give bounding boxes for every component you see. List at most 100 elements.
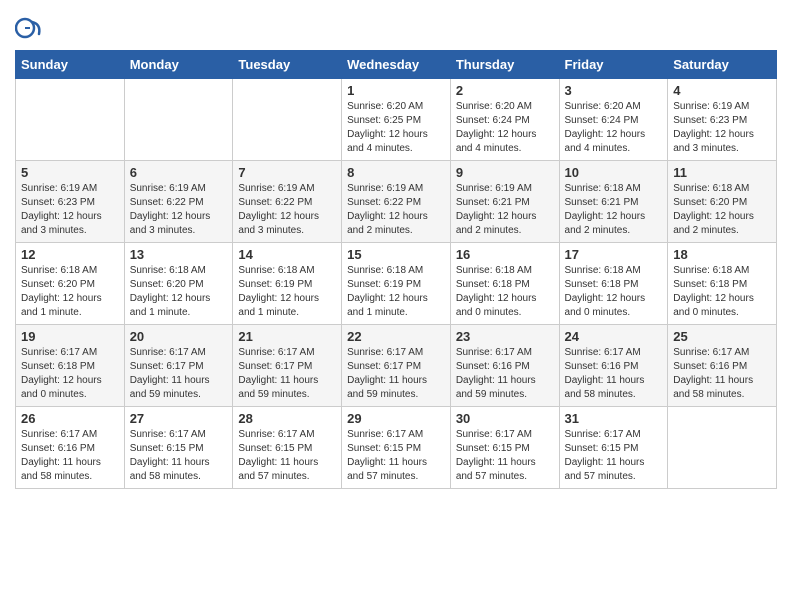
calendar-cell: 9 Sunrise: 6:19 AMSunset: 6:21 PMDaylight… [450, 161, 559, 243]
day-number: 12 [21, 247, 119, 262]
day-info: Sunrise: 6:19 AMSunset: 6:22 PMDaylight:… [130, 182, 228, 238]
day-number: 8 [347, 165, 445, 180]
calendar-cell: 1 Sunrise: 6:20 AMSunset: 6:25 PMDaylight… [342, 79, 451, 161]
calendar-cell [668, 407, 777, 489]
weekday-header-monday: Monday [124, 51, 233, 79]
day-info: Sunrise: 6:17 AMSunset: 6:17 PMDaylight:… [238, 346, 336, 402]
calendar-week-row: 1 Sunrise: 6:20 AMSunset: 6:25 PMDaylight… [16, 79, 777, 161]
calendar-week-row: 19Sunrise: 6:17 AMSunset: 6:18 PMDayligh… [16, 325, 777, 407]
calendar-cell: 23 Sunrise: 6:17 AMSunset: 6:16 PMDayligh… [450, 325, 559, 407]
header [15, 10, 777, 42]
day-number: 19 [21, 329, 119, 344]
calendar-cell [16, 79, 125, 161]
day-number: 18 [673, 247, 771, 262]
calendar-cell: 25Sunrise: 6:17 AMSunset: 6:16 PMDayligh… [668, 325, 777, 407]
day-number: 10 [565, 165, 663, 180]
logo-icon [15, 14, 43, 42]
day-info: Sunrise: 6:19 AMSunset: 6:23 PMDaylight:… [21, 182, 119, 238]
day-number: 28 [238, 411, 336, 426]
day-info: Sunrise: 6:18 AMSunset: 6:21 PMDaylight:… [565, 182, 663, 238]
weekday-header-saturday: Saturday [668, 51, 777, 79]
day-number: 7 [238, 165, 336, 180]
calendar-cell: 19Sunrise: 6:17 AMSunset: 6:18 PMDayligh… [16, 325, 125, 407]
logo [15, 14, 47, 42]
day-info: Sunrise: 6:17 AMSunset: 6:15 PMDaylight:… [238, 428, 336, 484]
calendar-cell: 11Sunrise: 6:18 AMSunset: 6:20 PMDayligh… [668, 161, 777, 243]
day-number: 17 [565, 247, 663, 262]
weekday-header-sunday: Sunday [16, 51, 125, 79]
calendar-cell: 12Sunrise: 6:18 AMSunset: 6:20 PMDayligh… [16, 243, 125, 325]
day-number: 22 [347, 329, 445, 344]
calendar-cell: 8 Sunrise: 6:19 AMSunset: 6:22 PMDaylight… [342, 161, 451, 243]
day-info: Sunrise: 6:17 AMSunset: 6:15 PMDaylight:… [347, 428, 445, 484]
calendar-cell: 14Sunrise: 6:18 AMSunset: 6:19 PMDayligh… [233, 243, 342, 325]
day-info: Sunrise: 6:18 AMSunset: 6:20 PMDaylight:… [673, 182, 771, 238]
calendar-week-row: 5 Sunrise: 6:19 AMSunset: 6:23 PMDaylight… [16, 161, 777, 243]
calendar-cell: 24 Sunrise: 6:17 AMSunset: 6:16 PMDayligh… [559, 325, 668, 407]
day-number: 14 [238, 247, 336, 262]
day-number: 30 [456, 411, 554, 426]
day-number: 4 [673, 83, 771, 98]
calendar-cell: 3Sunrise: 6:20 AMSunset: 6:24 PMDaylight… [559, 79, 668, 161]
calendar-cell: 16 Sunrise: 6:18 AMSunset: 6:18 PMDayligh… [450, 243, 559, 325]
calendar-cell: 29 Sunrise: 6:17 AMSunset: 6:15 PMDayligh… [342, 407, 451, 489]
calendar-table: SundayMondayTuesdayWednesdayThursdayFrid… [15, 50, 777, 489]
day-info: Sunrise: 6:17 AMSunset: 6:17 PMDaylight:… [130, 346, 228, 402]
calendar-cell: 15Sunrise: 6:18 AMSunset: 6:19 PMDayligh… [342, 243, 451, 325]
day-info: Sunrise: 6:20 AMSunset: 6:25 PMDaylight:… [347, 100, 445, 156]
day-number: 31 [565, 411, 663, 426]
day-info: Sunrise: 6:18 AMSunset: 6:18 PMDaylight:… [673, 264, 771, 320]
day-info: Sunrise: 6:19 AMSunset: 6:22 PMDaylight:… [238, 182, 336, 238]
page: SundayMondayTuesdayWednesdayThursdayFrid… [0, 0, 792, 612]
calendar-cell: 20 Sunrise: 6:17 AMSunset: 6:17 PMDayligh… [124, 325, 233, 407]
calendar-cell [233, 79, 342, 161]
calendar-cell: 18 Sunrise: 6:18 AMSunset: 6:18 PMDayligh… [668, 243, 777, 325]
day-number: 29 [347, 411, 445, 426]
calendar-cell: 10 Sunrise: 6:18 AMSunset: 6:21 PMDayligh… [559, 161, 668, 243]
calendar-cell: 28 Sunrise: 6:17 AMSunset: 6:15 PMDayligh… [233, 407, 342, 489]
day-info: Sunrise: 6:20 AMSunset: 6:24 PMDaylight:… [456, 100, 554, 156]
weekday-header-row: SundayMondayTuesdayWednesdayThursdayFrid… [16, 51, 777, 79]
day-info: Sunrise: 6:17 AMSunset: 6:16 PMDaylight:… [565, 346, 663, 402]
day-number: 24 [565, 329, 663, 344]
day-info: Sunrise: 6:17 AMSunset: 6:16 PMDaylight:… [456, 346, 554, 402]
day-number: 20 [130, 329, 228, 344]
calendar-cell: 22Sunrise: 6:17 AMSunset: 6:17 PMDayligh… [342, 325, 451, 407]
day-info: Sunrise: 6:17 AMSunset: 6:15 PMDaylight:… [456, 428, 554, 484]
calendar-week-row: 26 Sunrise: 6:17 AMSunset: 6:16 PMDayligh… [16, 407, 777, 489]
day-info: Sunrise: 6:18 AMSunset: 6:20 PMDaylight:… [130, 264, 228, 320]
day-info: Sunrise: 6:18 AMSunset: 6:18 PMDaylight:… [456, 264, 554, 320]
weekday-header-tuesday: Tuesday [233, 51, 342, 79]
day-number: 6 [130, 165, 228, 180]
weekday-header-friday: Friday [559, 51, 668, 79]
day-info: Sunrise: 6:17 AMSunset: 6:15 PMDaylight:… [130, 428, 228, 484]
day-number: 16 [456, 247, 554, 262]
day-number: 2 [456, 83, 554, 98]
day-info: Sunrise: 6:19 AMSunset: 6:22 PMDaylight:… [347, 182, 445, 238]
day-number: 9 [456, 165, 554, 180]
day-info: Sunrise: 6:17 AMSunset: 6:15 PMDaylight:… [565, 428, 663, 484]
day-number: 15 [347, 247, 445, 262]
day-info: Sunrise: 6:17 AMSunset: 6:16 PMDaylight:… [21, 428, 119, 484]
calendar-cell [124, 79, 233, 161]
day-info: Sunrise: 6:19 AMSunset: 6:21 PMDaylight:… [456, 182, 554, 238]
day-number: 1 [347, 83, 445, 98]
calendar-cell: 21 Sunrise: 6:17 AMSunset: 6:17 PMDayligh… [233, 325, 342, 407]
day-number: 23 [456, 329, 554, 344]
calendar-cell: 17Sunrise: 6:18 AMSunset: 6:18 PMDayligh… [559, 243, 668, 325]
calendar-cell: 26 Sunrise: 6:17 AMSunset: 6:16 PMDayligh… [16, 407, 125, 489]
weekday-header-wednesday: Wednesday [342, 51, 451, 79]
day-number: 27 [130, 411, 228, 426]
weekday-header-thursday: Thursday [450, 51, 559, 79]
day-number: 13 [130, 247, 228, 262]
day-number: 3 [565, 83, 663, 98]
calendar-cell: 5 Sunrise: 6:19 AMSunset: 6:23 PMDaylight… [16, 161, 125, 243]
calendar-cell: 6 Sunrise: 6:19 AMSunset: 6:22 PMDaylight… [124, 161, 233, 243]
calendar-cell: 7 Sunrise: 6:19 AMSunset: 6:22 PMDaylight… [233, 161, 342, 243]
calendar-cell: 30 Sunrise: 6:17 AMSunset: 6:15 PMDayligh… [450, 407, 559, 489]
day-info: Sunrise: 6:17 AMSunset: 6:16 PMDaylight:… [673, 346, 771, 402]
calendar-cell: 2 Sunrise: 6:20 AMSunset: 6:24 PMDaylight… [450, 79, 559, 161]
day-number: 21 [238, 329, 336, 344]
day-number: 5 [21, 165, 119, 180]
day-number: 26 [21, 411, 119, 426]
